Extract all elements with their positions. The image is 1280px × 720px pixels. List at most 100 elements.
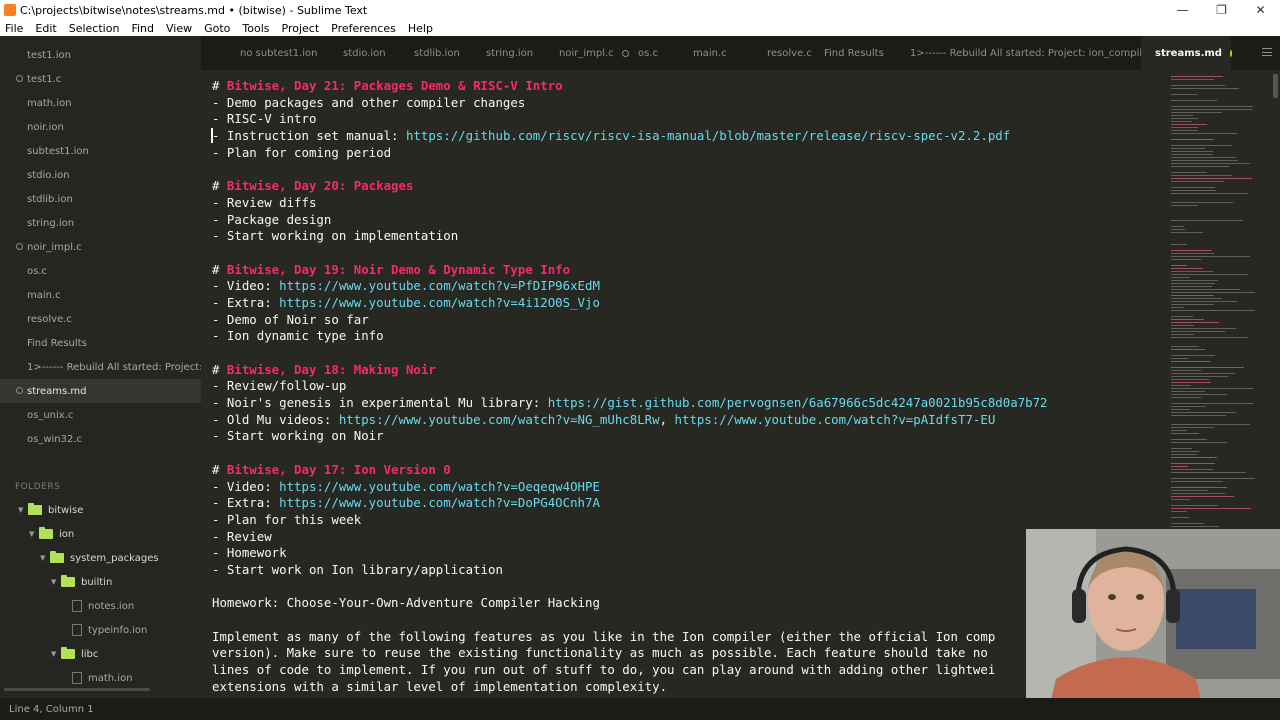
link-text[interactable]: https://www.youtube.com/watch?v=Oeqeqw4O… [279,479,600,494]
code-line[interactable]: - Plan for coming period [212,145,1048,162]
code-line[interactable] [212,612,1048,629]
link-text[interactable]: https://www.youtube.com/watch?v=PfDIP96x… [279,278,600,293]
link-text[interactable]: https://github.com/riscv/riscv-isa-manua… [406,128,1010,143]
tree-folder[interactable]: ▼ builtin [51,571,112,593]
editor-tab[interactable]: resolve.c [767,36,815,70]
open-file-item[interactable]: subtest1.ion [0,139,201,163]
code-line[interactable] [212,445,1048,462]
code-line[interactable]: - Review diffs [212,195,1048,212]
menu-find[interactable]: Find [131,22,154,35]
code-line[interactable]: - Extra: https://www.youtube.com/watch?v… [212,295,1048,312]
menu-project[interactable]: Project [282,22,320,35]
code-line[interactable]: extensions with a similar level of imple… [212,679,1048,696]
code-line[interactable]: - Start working on Noir [212,428,1048,445]
editor-text[interactable]: # Bitwise, Day 21: Packages Demo & RISC-… [212,78,1048,695]
tree-folder[interactable]: ▼ libc [51,643,98,665]
tab-overflow-menu-icon[interactable] [1262,48,1272,56]
editor-tab[interactable]: main.c [693,36,753,70]
code-line[interactable]: - Video: https://www.youtube.com/watch?v… [212,479,1048,496]
link-text[interactable]: https://www.youtube.com/watch?v=NG_mUhc8… [339,412,660,427]
link-text[interactable]: https://www.youtube.com/watch?v=4i12O0S_… [279,295,600,310]
code-line[interactable]: - Package design [212,212,1048,229]
editor-vertical-scrollbar[interactable] [1273,74,1278,98]
menu-preferences[interactable]: Preferences [331,22,396,35]
open-file-item[interactable]: stdio.ion [0,163,201,187]
tree-folder[interactable]: ▼ system_packages [40,547,159,569]
open-file-item[interactable]: math.ion [0,91,201,115]
code-line[interactable]: - Plan for this week [212,512,1048,529]
editor-tab[interactable]: noir_impl.c [559,36,631,70]
minimap[interactable] [1171,72,1271,532]
code-line[interactable]: Homework: Choose-Your-Own-Adventure Comp… [212,595,1048,612]
sidebar-horizontal-scrollbar[interactable] [4,688,150,691]
unsaved-dot-icon[interactable] [1229,49,1232,57]
code-line[interactable]: - Demo of Noir so far [212,312,1048,329]
code-line[interactable] [212,161,1048,178]
open-file-item[interactable]: noir_impl.c [0,235,201,259]
code-line[interactable]: # Bitwise, Day 18: Making Noir [212,362,1048,379]
open-file-item[interactable]: streams.md [0,379,201,403]
menu-view[interactable]: View [166,22,192,35]
tree-file[interactable]: math.ion [62,667,133,689]
code-line[interactable]: - Ion dynamic type info [212,328,1048,345]
tree-file[interactable]: typeinfo.ion [62,619,147,641]
code-line[interactable]: Implement as many of the following featu… [212,629,1048,646]
maximize-button[interactable]: ❐ [1202,0,1241,20]
open-file-item[interactable]: Find Results [0,331,201,355]
code-line[interactable]: - Start work on Ion library/application [212,562,1048,579]
editor-tab[interactable]: stdio.ion [343,36,403,70]
close-button[interactable]: ✕ [1241,0,1280,20]
open-file-item[interactable]: resolve.c [0,307,201,331]
editor-tab[interactable]: stdlib.ion [414,36,476,70]
code-line[interactable] [212,579,1048,596]
open-file-item[interactable]: 1>------ Rebuild All started: Project: i… [0,355,201,379]
open-file-item[interactable]: os_win32.c [0,427,201,451]
editor-tab[interactable]: no subtest1.ion [240,36,330,70]
code-line[interactable]: - Demo packages and other compiler chang… [212,95,1048,112]
code-line[interactable]: - Review/follow-up [212,378,1048,395]
link-text[interactable]: https://www.youtube.com/watch?v=pAIdfsT7… [675,412,996,427]
minimize-button[interactable]: — [1163,0,1202,20]
expand-triangle-icon[interactable]: ▼ [18,506,28,514]
expand-triangle-icon[interactable]: ▼ [51,578,61,586]
open-file-item[interactable]: test1.ion [0,43,201,67]
link-text[interactable]: https://gist.github.com/pervognsen/6a679… [548,395,1048,410]
code-line[interactable]: # Bitwise, Day 21: Packages Demo & RISC-… [212,78,1048,95]
code-line[interactable]: # Bitwise, Day 19: Noir Demo & Dynamic T… [212,262,1048,279]
code-line[interactable]: - Video: https://www.youtube.com/watch?v… [212,278,1048,295]
unsaved-dot-icon[interactable] [621,49,629,57]
expand-triangle-icon[interactable]: ▼ [40,554,50,562]
open-file-item[interactable]: os_unix.c [0,403,201,427]
code-line[interactable]: # Bitwise, Day 17: Ion Version 0 [212,462,1048,479]
editor-tab[interactable]: streams.md [1141,36,1232,70]
open-file-item[interactable]: os.c [0,259,201,283]
menu-goto[interactable]: Goto [204,22,230,35]
open-file-item[interactable]: test1.c [0,67,201,91]
code-line[interactable] [212,245,1048,262]
code-line[interactable]: - Old Mu videos: https://www.youtube.com… [212,412,1048,429]
open-file-item[interactable]: main.c [0,283,201,307]
open-file-item[interactable]: noir.ion [0,115,201,139]
code-line[interactable]: - Instruction set manual: https://github… [212,128,1048,145]
expand-triangle-icon[interactable]: ▼ [51,650,61,658]
menu-selection[interactable]: Selection [69,22,120,35]
menu-file[interactable]: File [5,22,23,35]
code-line[interactable]: - Extra: https://www.youtube.com/watch?v… [212,495,1048,512]
link-text[interactable]: https://www.youtube.com/watch?v=DoPG4OCn… [279,495,600,510]
open-file-item[interactable]: stdlib.ion [0,187,201,211]
editor-tab[interactable]: Find Results [824,36,902,70]
code-line[interactable] [212,345,1048,362]
code-line[interactable]: - Noir's genesis in experimental Mu libr… [212,395,1048,412]
code-line[interactable]: - RISC-V intro [212,111,1048,128]
tree-folder[interactable]: ▼ ion [29,523,74,545]
editor-tab[interactable]: 1>------ Rebuild All started: Project: i… [910,36,1159,70]
open-file-item[interactable]: string.ion [0,211,201,235]
code-line[interactable]: - Start working on implementation [212,228,1048,245]
code-line[interactable]: # Bitwise, Day 20: Packages [212,178,1048,195]
code-line[interactable]: - Review [212,529,1048,546]
tree-file[interactable]: notes.ion [62,595,134,617]
code-line[interactable]: version). Make sure to reuse the existin… [212,645,1048,662]
menu-edit[interactable]: Edit [35,22,56,35]
menu-tools[interactable]: Tools [242,22,269,35]
editor-tab[interactable]: string.ion [486,36,550,70]
